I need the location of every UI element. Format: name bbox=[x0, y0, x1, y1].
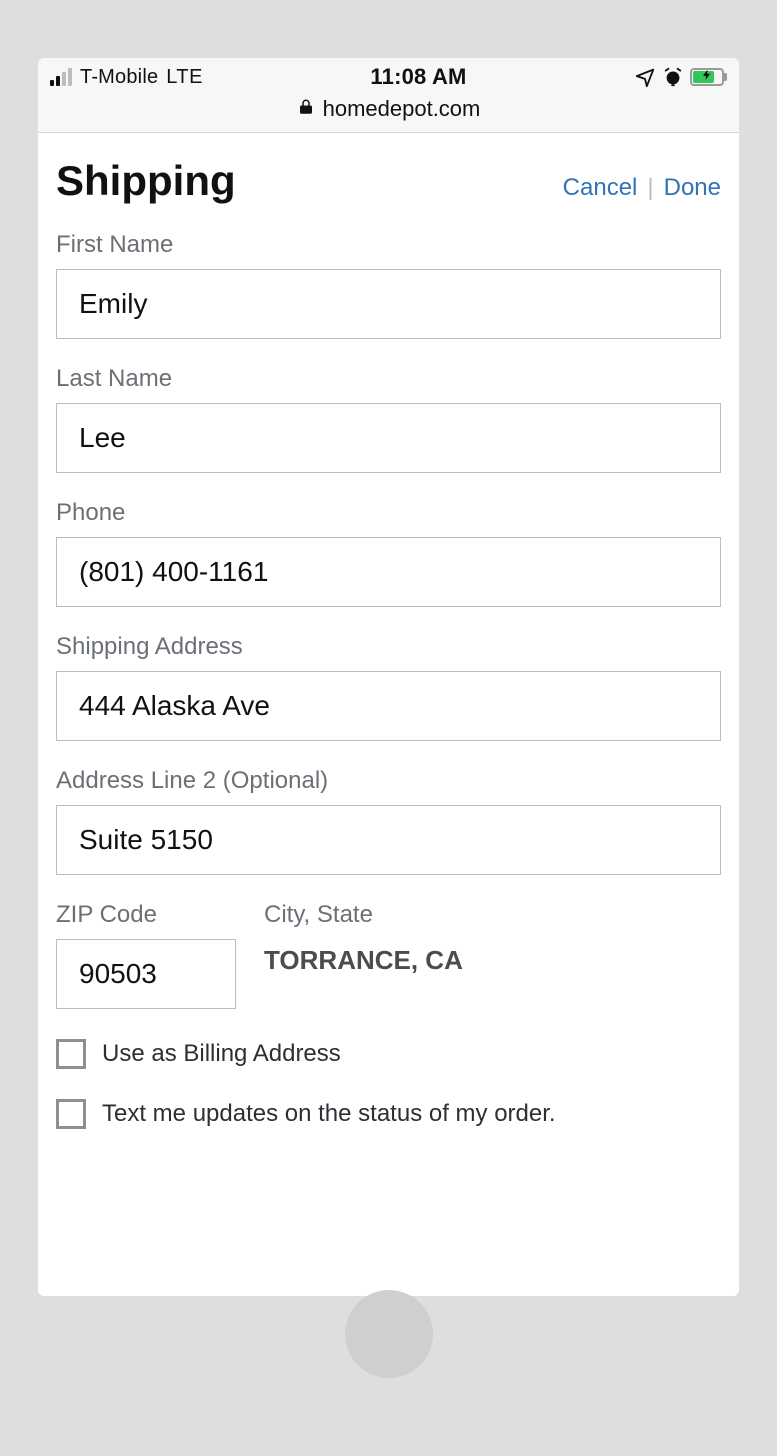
device-frame: T-Mobile LTE 11:08 AM bbox=[0, 0, 777, 1456]
first-name-field: First Name bbox=[56, 231, 721, 339]
phone-field: Phone bbox=[56, 499, 721, 607]
page-header: Shipping Cancel | Done bbox=[56, 157, 721, 205]
location-icon bbox=[634, 66, 656, 88]
address1-input[interactable] bbox=[56, 671, 721, 741]
text-updates-checkbox[interactable] bbox=[56, 1099, 86, 1129]
page-title: Shipping bbox=[56, 157, 236, 205]
text-updates-label: Text me updates on the status of my orde… bbox=[102, 1100, 556, 1128]
home-indicator[interactable] bbox=[345, 1290, 433, 1378]
city-state-field: City, State TORRANCE, CA bbox=[264, 901, 721, 976]
last-name-input[interactable] bbox=[56, 403, 721, 473]
status-bar: T-Mobile LTE 11:08 AM bbox=[38, 58, 739, 90]
charging-bolt-icon bbox=[701, 69, 713, 84]
header-actions: Cancel | Done bbox=[563, 174, 721, 202]
address2-label: Address Line 2 (Optional) bbox=[56, 767, 721, 795]
phone-input[interactable] bbox=[56, 537, 721, 607]
page-content: Shipping Cancel | Done First Name Last N… bbox=[38, 133, 739, 1129]
battery-icon bbox=[690, 68, 727, 86]
last-name-field: Last Name bbox=[56, 365, 721, 473]
zip-label: ZIP Code bbox=[56, 901, 236, 929]
phone-label: Phone bbox=[56, 499, 721, 527]
zip-field: ZIP Code bbox=[56, 901, 236, 1009]
carrier-label: T-Mobile bbox=[80, 66, 158, 89]
browser-screen: T-Mobile LTE 11:08 AM bbox=[38, 58, 739, 1296]
billing-checkbox[interactable] bbox=[56, 1039, 86, 1069]
billing-check-label: Use as Billing Address bbox=[102, 1040, 341, 1068]
city-state-value: TORRANCE, CA bbox=[264, 945, 721, 976]
done-button[interactable]: Done bbox=[664, 174, 721, 202]
status-right bbox=[634, 66, 727, 88]
clock-label: 11:08 AM bbox=[370, 64, 466, 89]
signal-icon bbox=[50, 68, 72, 86]
address1-field: Shipping Address bbox=[56, 633, 721, 741]
url-domain: homedepot.com bbox=[323, 96, 481, 122]
browser-chrome: T-Mobile LTE 11:08 AM bbox=[38, 58, 739, 133]
alarm-icon bbox=[662, 66, 684, 88]
header-separator: | bbox=[647, 174, 653, 202]
address1-label: Shipping Address bbox=[56, 633, 721, 661]
first-name-label: First Name bbox=[56, 231, 721, 259]
zip-input[interactable] bbox=[56, 939, 236, 1009]
cancel-button[interactable]: Cancel bbox=[563, 174, 638, 202]
last-name-label: Last Name bbox=[56, 365, 721, 393]
text-updates-row: Text me updates on the status of my orde… bbox=[56, 1099, 721, 1129]
lock-icon bbox=[297, 98, 315, 121]
url-bar[interactable]: homedepot.com bbox=[38, 90, 739, 132]
zip-city-row: ZIP Code City, State TORRANCE, CA bbox=[56, 901, 721, 1009]
status-left: T-Mobile LTE bbox=[50, 66, 203, 89]
status-center: 11:08 AM bbox=[203, 64, 634, 90]
address2-field: Address Line 2 (Optional) bbox=[56, 767, 721, 875]
address2-input[interactable] bbox=[56, 805, 721, 875]
network-label: LTE bbox=[166, 66, 203, 89]
first-name-input[interactable] bbox=[56, 269, 721, 339]
city-state-label: City, State bbox=[264, 901, 721, 929]
billing-check-row: Use as Billing Address bbox=[56, 1039, 721, 1069]
